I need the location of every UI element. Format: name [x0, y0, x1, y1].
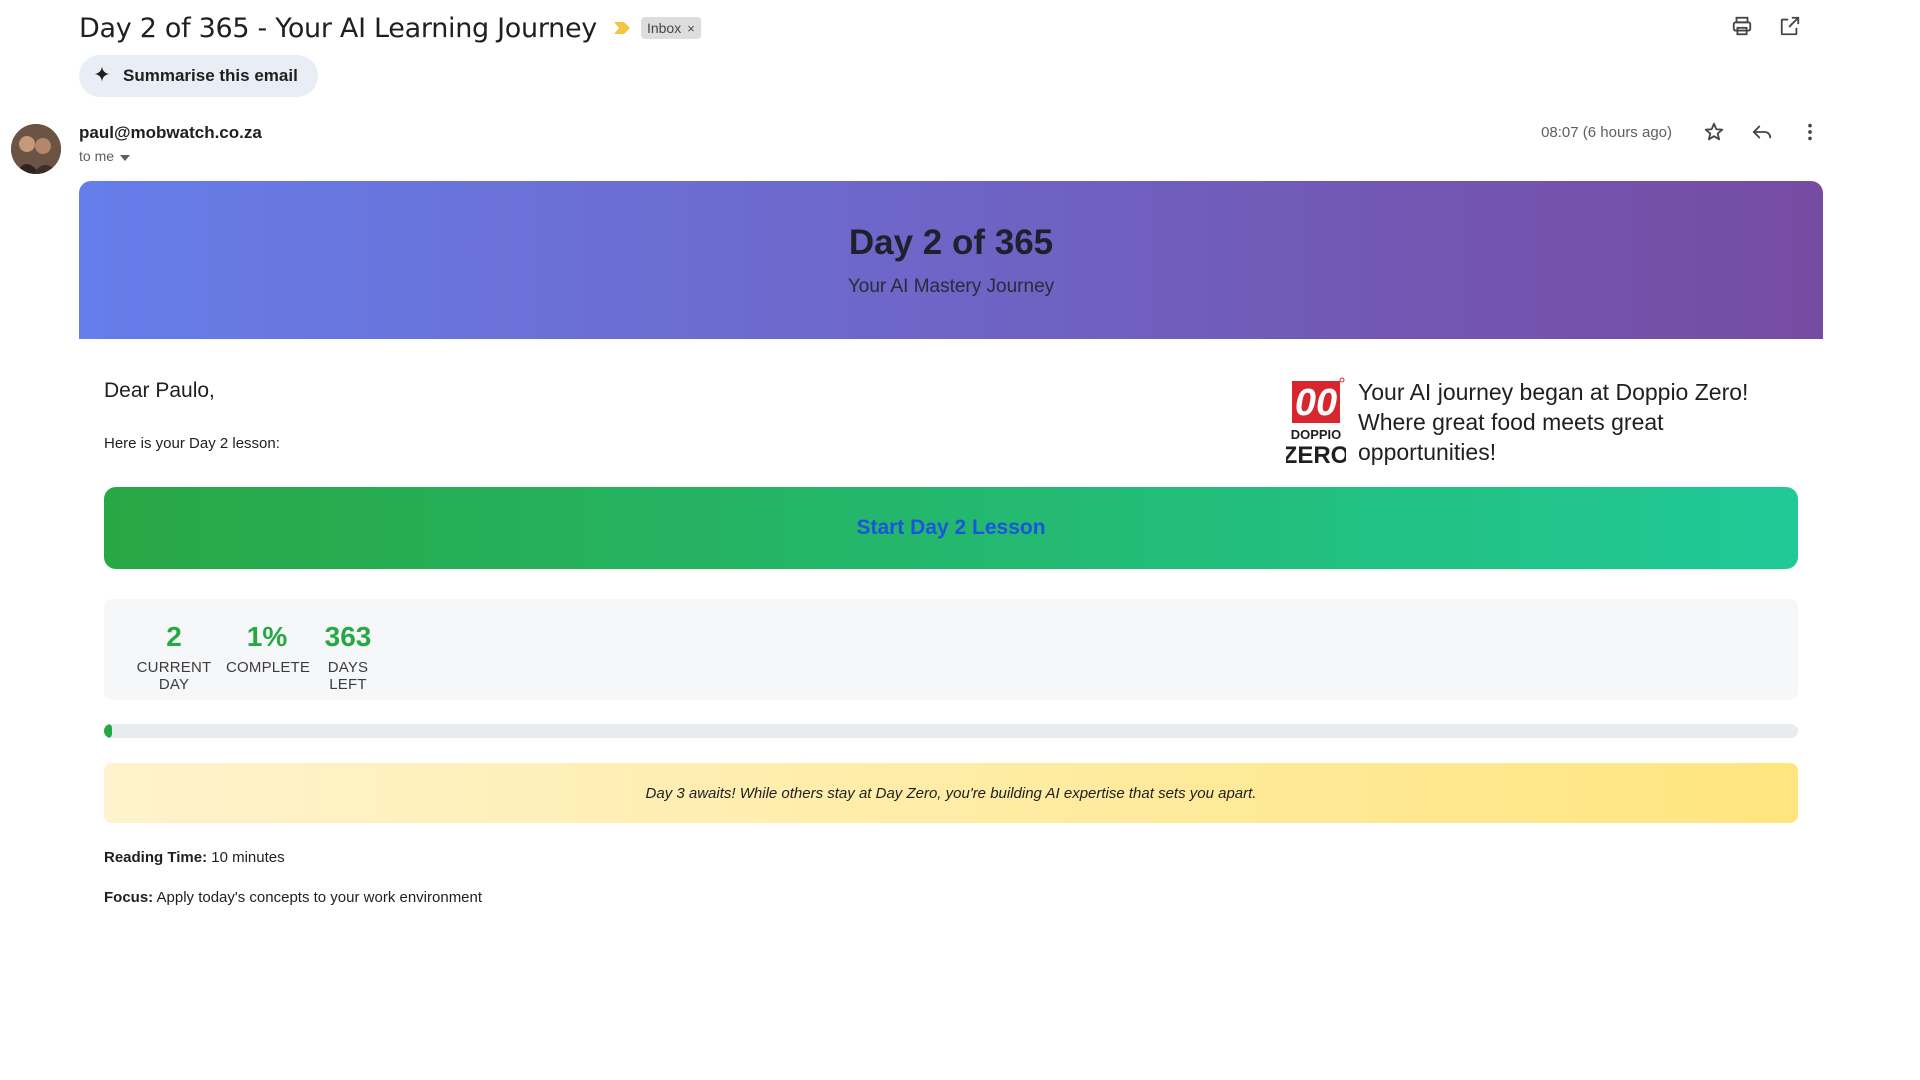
focus-label: Focus: [104, 889, 154, 906]
email-body: Day 2 of 365 Your AI Mastery Journey Dea… [79, 181, 1823, 975]
sparkle-icon [93, 65, 111, 88]
reading-time: Reading Time: 10 minutes [104, 849, 285, 866]
stats-panel: 2 CURRENT DAY 1% COMPLETE 363 DAYS LEFT [104, 599, 1798, 700]
importance-marker-icon[interactable] [613, 21, 631, 35]
progress-bar [104, 724, 1798, 738]
subject-row: Day 2 of 365 - Your AI Learning Journey … [79, 8, 701, 48]
message-actions: 08:07 (6 hours ago) [1541, 120, 1822, 144]
star-icon[interactable] [1702, 120, 1726, 144]
email-subject: Day 2 of 365 - Your AI Learning Journey [79, 12, 597, 44]
reading-time-value: 10 minutes [207, 849, 285, 866]
stat-label: CURRENT DAY [136, 659, 212, 693]
greeting: Dear Paulo, [104, 379, 215, 402]
print-icon[interactable] [1730, 14, 1754, 38]
stat-current-day: 2 CURRENT DAY [122, 621, 226, 693]
motivation-banner: Day 3 awaits! While others stay at Day Z… [104, 763, 1798, 823]
stat-value: 363 [324, 621, 372, 652]
recipient-label: to me [79, 148, 115, 164]
focus: Focus: Apply today's concepts to your wo… [104, 889, 482, 906]
stat-days-left: 363 DAYS LEFT [308, 621, 388, 693]
summarise-email-button[interactable]: Summarise this email [79, 55, 318, 97]
sender-email[interactable]: paul@mobwatch.co.za [79, 123, 262, 143]
summarise-label: Summarise this email [123, 66, 298, 85]
promo-block: 00 DOPPIO ZERO Your AI journey began at … [1283, 377, 1806, 469]
stat-label: DAYS LEFT [327, 659, 369, 693]
recipient-details[interactable]: to me [79, 148, 131, 164]
lesson-intro: Here is your Day 2 lesson: [104, 435, 280, 452]
logo-zero-text: ZERO [1286, 442, 1346, 467]
focus-value: Apply today's concepts to your work envi… [153, 889, 483, 906]
hero-title: Day 2 of 365 [848, 223, 1054, 262]
stat-value: 1% [246, 621, 288, 652]
promo-text: Your AI journey began at Doppio Zero! Wh… [1358, 379, 1749, 465]
doppio-zero-logo: 00 DOPPIO ZERO [1283, 377, 1349, 469]
start-lesson-button[interactable]: Start Day 2 Lesson [104, 487, 1798, 569]
inbox-label-text: Inbox [646, 20, 682, 36]
reply-icon[interactable] [1750, 120, 1774, 144]
caret-down-icon[interactable] [120, 148, 131, 164]
progress-fill [104, 724, 113, 738]
remove-label-icon[interactable]: × [687, 21, 695, 36]
hero-banner: Day 2 of 365 Your AI Mastery Journey [79, 181, 1823, 339]
more-vert-icon[interactable] [1798, 120, 1822, 144]
stat-complete: 1% COMPLETE [226, 621, 311, 676]
inbox-label-chip[interactable]: Inbox × [640, 17, 701, 39]
reading-time-label: Reading Time: [104, 849, 208, 866]
hero-subtitle: Your AI Mastery Journey [847, 276, 1055, 297]
top-actions [1730, 14, 1802, 38]
message-timestamp: 08:07 (6 hours ago) [1541, 123, 1672, 141]
logo-doppio-text: DOPPIO [1291, 427, 1342, 442]
logo-mark-text: 00 [1295, 382, 1337, 424]
open-in-new-window-icon[interactable] [1778, 14, 1802, 38]
sender-avatar[interactable] [11, 124, 61, 174]
stat-value: 2 [166, 621, 182, 652]
stat-label: COMPLETE [226, 659, 311, 676]
